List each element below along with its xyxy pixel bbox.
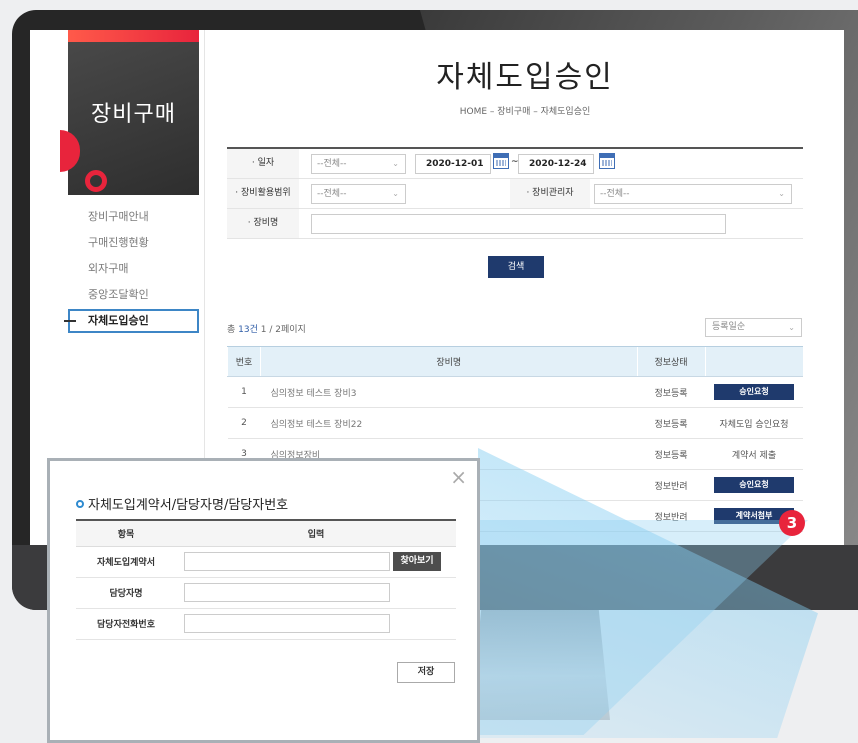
hero-ring-icon: [85, 170, 107, 192]
manager-name-field[interactable]: [184, 583, 390, 602]
col-status: 정보상태: [636, 346, 705, 377]
col-item: 항목: [76, 519, 176, 547]
date-to-input[interactable]: 2020-12-24: [518, 154, 594, 174]
contract-popup: × 자체도입계약서/담당자명/담당자번호 항목 입력 자체도입계약서 찾아보기 …: [47, 458, 480, 743]
bullet-circle-icon: [76, 500, 84, 508]
chevron-down-icon: ⌄: [778, 189, 785, 198]
approval-request-button[interactable]: 승인요청: [714, 384, 794, 400]
search-row-name: · 장비명: [227, 209, 803, 239]
manager-name-label: 담당자명: [76, 577, 176, 609]
sidebar-menu: 장비구매안내 구매진행현황 외자구매 중앙조달확인: [88, 210, 149, 314]
search-form: · 일자 --전체-- ⌄ 2020-12-01 ~ 2020-12-24 · 장…: [227, 147, 803, 239]
manager-select[interactable]: --전체-- ⌄: [594, 184, 792, 204]
chevron-down-icon: ⌄: [788, 323, 795, 332]
approval-request-button[interactable]: 승인요청: [714, 477, 794, 493]
form-row: 자체도입계약서 찾아보기: [76, 546, 456, 578]
chevron-down-icon: ⌄: [392, 189, 399, 198]
name-label: · 장비명: [227, 209, 299, 238]
col-no: 번호: [227, 346, 261, 377]
date-label: · 일자: [227, 149, 299, 178]
close-icon[interactable]: ×: [450, 467, 467, 487]
hero-accent-bar: [68, 30, 199, 42]
sidebar-item-active-label: 자체도입승인: [88, 314, 149, 327]
form-row: 담당자전화번호: [76, 608, 456, 640]
page-title: 자체도입승인: [436, 60, 614, 95]
manager-phone-label: 담당자전화번호: [76, 608, 176, 640]
sidebar-title: 장비구매: [91, 102, 176, 127]
sidebar-item-active[interactable]: 자체도입승인: [64, 309, 199, 333]
contract-label: 자체도입계약서: [76, 546, 176, 578]
scope-label: · 장비활용범위: [227, 179, 299, 208]
search-row-date: · 일자 --전체-- ⌄ 2020-12-01 ~ 2020-12-24: [227, 149, 803, 179]
table-row[interactable]: 1 심의정보 테스트 장비3 정보등록 승인요청: [227, 376, 803, 408]
manager-phone-field[interactable]: [184, 614, 390, 633]
action-text: 계약서 제출: [705, 438, 803, 470]
contract-file-field[interactable]: [184, 552, 390, 571]
breadcrumb: HOME – 장비구매 – 자체도입승인: [459, 107, 591, 117]
col-input: 입력: [176, 519, 456, 547]
manager-label: · 장비관리자: [510, 179, 590, 208]
popup-title: 자체도입계약서/담당자명/담당자번호: [76, 494, 288, 513]
form-row: 담당자명: [76, 577, 456, 609]
date-from-input[interactable]: 2020-12-01: [415, 154, 491, 174]
search-button[interactable]: 검색: [488, 256, 544, 278]
col-action: [704, 346, 803, 377]
table-row[interactable]: 2 심의정보 테스트 장비22 정보등록 자체도입 승인요청: [227, 407, 803, 439]
hero-half-circle: [60, 130, 80, 172]
popup-form-table: 항목 입력 자체도입계약서 찾아보기 담당자명 담당자전화번호: [76, 519, 456, 640]
equipment-name-input[interactable]: [311, 214, 726, 234]
sidebar-item-guide[interactable]: 장비구매안내: [88, 210, 149, 236]
sidebar-hero: 장비구매: [60, 30, 199, 195]
browse-button[interactable]: 찾아보기: [393, 552, 441, 571]
total-count: 총 13건 1 / 2페이지: [227, 325, 306, 335]
save-button[interactable]: 저장: [397, 662, 455, 683]
step-badge: 3: [779, 510, 805, 536]
sort-select[interactable]: 등록일순 ⌄: [705, 318, 802, 337]
calendar-icon[interactable]: [599, 153, 615, 169]
chevron-down-icon: ⌄: [392, 159, 399, 168]
active-marker: [64, 320, 76, 322]
search-row-scope: · 장비활용범위 --전체-- ⌄ · 장비관리자 --전체-- ⌄: [227, 179, 803, 209]
sidebar-item-progress[interactable]: 구매진행현황: [88, 236, 149, 262]
sidebar-item-foreign[interactable]: 외자구매: [88, 262, 149, 288]
date-type-select[interactable]: --전체-- ⌄: [311, 154, 406, 174]
calendar-icon[interactable]: [493, 153, 509, 169]
scope-select[interactable]: --전체-- ⌄: [311, 184, 406, 204]
action-text: 자체도입 승인요청: [705, 407, 803, 439]
col-name: 장비명: [260, 346, 637, 377]
